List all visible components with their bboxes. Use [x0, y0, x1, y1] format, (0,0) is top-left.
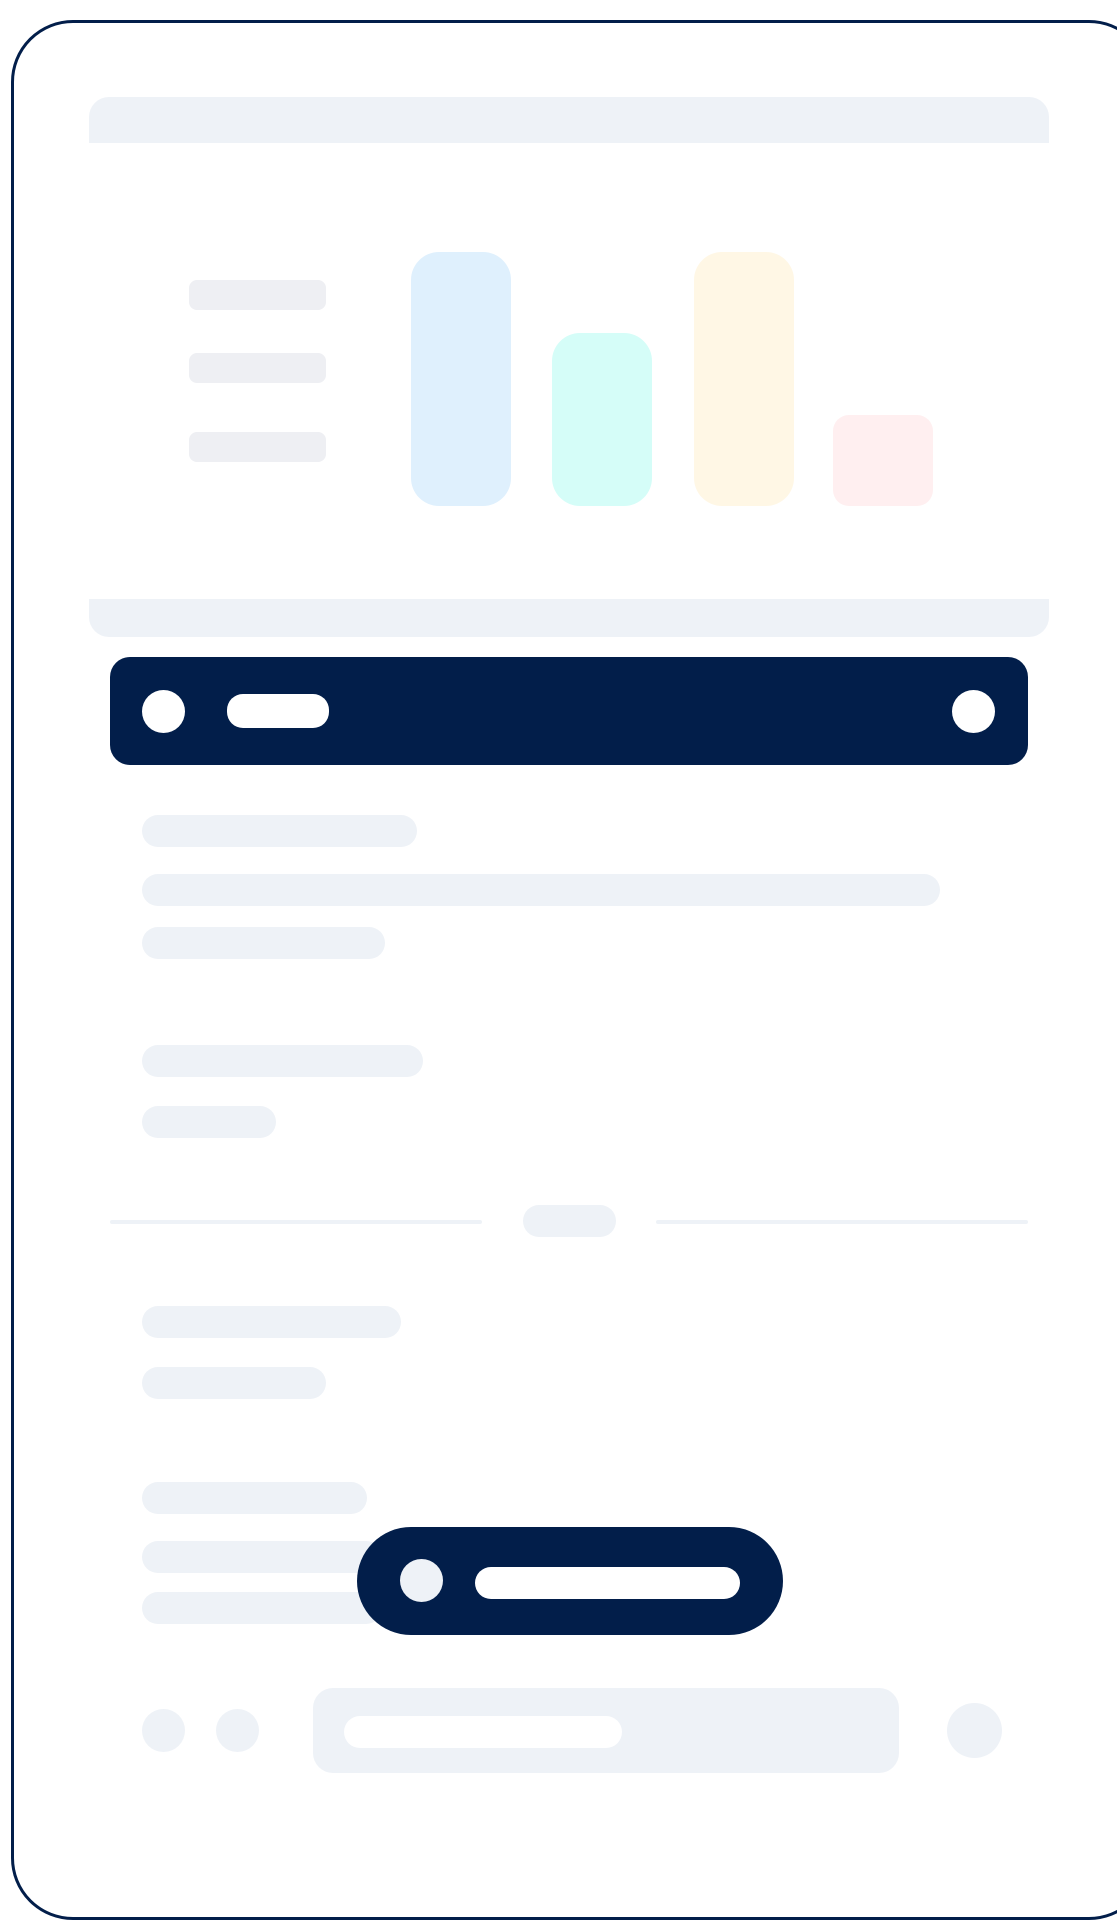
divider-right: [656, 1220, 1028, 1224]
divider-left: [110, 1220, 482, 1224]
chart-bar-1: [411, 252, 511, 506]
chart-card-footer: [89, 599, 1049, 637]
message-input-placeholder[interactable]: [344, 1716, 622, 1748]
floating-action-label-placeholder: [475, 1567, 740, 1599]
chart-bar-4: [833, 415, 933, 506]
content-line: [142, 1306, 401, 1338]
content-line: [142, 1482, 367, 1514]
chart-bar-2: [552, 333, 652, 506]
menu-icon[interactable]: [142, 690, 185, 733]
content-line: [142, 1367, 326, 1399]
divider-label: [523, 1205, 616, 1237]
send-icon[interactable]: [947, 1703, 1002, 1758]
content-line: [142, 874, 940, 906]
legend-item: [189, 353, 326, 383]
content-line: [142, 1592, 382, 1624]
content-line: [142, 1045, 423, 1077]
chart-bar-3: [694, 252, 794, 506]
bottom-icon[interactable]: [142, 1709, 185, 1752]
bottom-icon[interactable]: [216, 1709, 259, 1752]
top-banner: [89, 97, 1049, 143]
legend-item: [189, 432, 326, 462]
profile-icon[interactable]: [952, 690, 995, 733]
content-line: [142, 1541, 382, 1573]
content-line: [142, 815, 417, 847]
header-title-placeholder: [227, 694, 329, 728]
content-line: [142, 927, 385, 959]
floating-action-icon[interactable]: [400, 1559, 443, 1602]
content-line: [142, 1106, 276, 1138]
legend-item: [189, 280, 326, 310]
